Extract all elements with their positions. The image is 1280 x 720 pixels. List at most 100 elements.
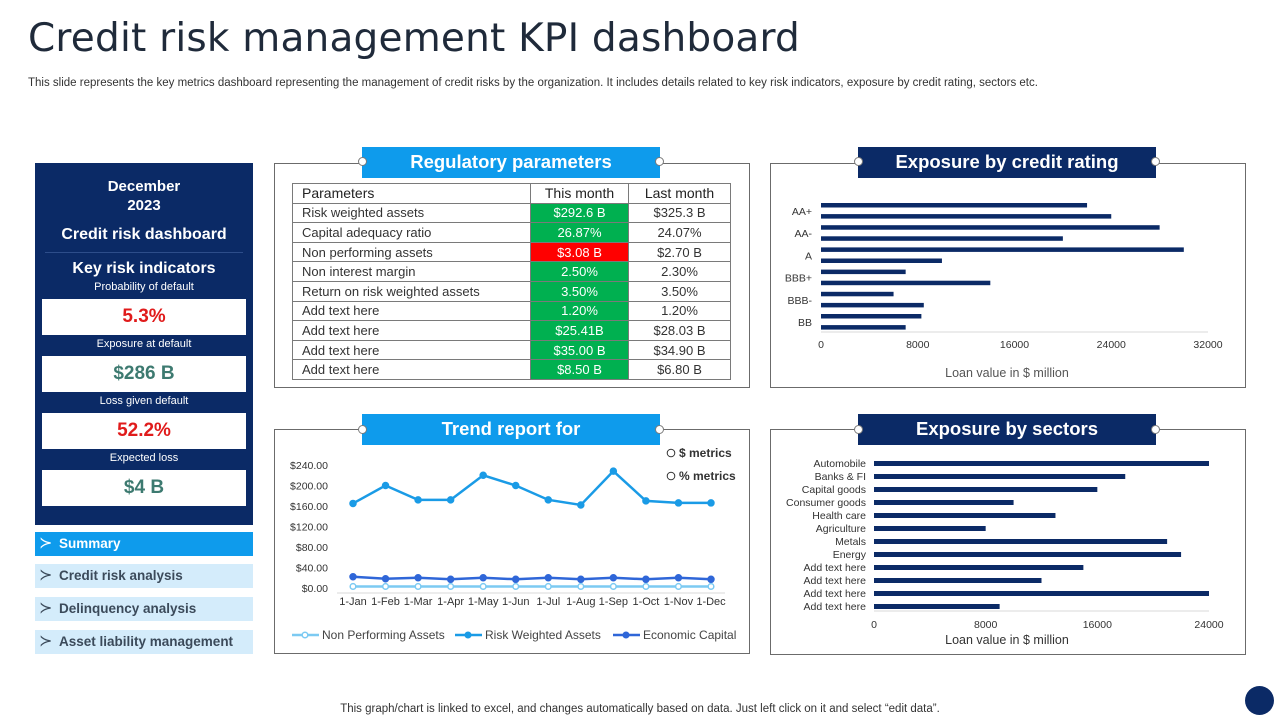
nav-summary-button[interactable]: ≻ Summary — [35, 532, 253, 556]
data-point — [674, 574, 683, 582]
data-point — [511, 575, 520, 584]
data-point — [446, 575, 455, 584]
bar — [821, 314, 922, 319]
legend-label: Risk Weighted Assets — [485, 628, 601, 642]
bar — [874, 474, 1126, 479]
y-tick-label: Agriculture — [816, 523, 866, 535]
bar — [821, 236, 1063, 241]
y-tick-label: Capital goods — [802, 484, 866, 496]
last-month-value: $2.70 B — [628, 241, 731, 263]
x-tick-label: 1-Oct — [632, 596, 659, 608]
sectors-title: Exposure by sectors — [858, 414, 1156, 445]
param-name: Risk weighted assets — [292, 202, 531, 224]
y-tick-label: $0.00 — [302, 583, 328, 595]
banner-dot — [655, 425, 664, 434]
banner-dot — [358, 425, 367, 434]
bar — [874, 513, 1056, 518]
x-tick-label: 24000 — [1097, 339, 1126, 351]
x-tick-label: 1-May — [468, 596, 499, 608]
legend-marker — [622, 631, 630, 639]
table-row: Risk weighted assets $292.6 B $325.3 B — [292, 202, 731, 224]
y-tick-label: Add text here — [804, 562, 867, 574]
legend-marker — [301, 631, 309, 639]
x-tick-label: 1-Sep — [599, 596, 628, 608]
data-point — [707, 582, 715, 591]
x-tick-label: 32000 — [1193, 339, 1222, 351]
kpi-value-probability-of-default: 5.3% — [42, 299, 246, 335]
credit-rating-title: Exposure by credit rating — [858, 147, 1156, 178]
data-point — [414, 496, 422, 504]
data-point — [479, 582, 487, 591]
column-header: Last month — [628, 183, 731, 204]
kpi-label: Probability of default — [94, 281, 194, 293]
nav-credit-risk-analysis-button[interactable]: ≻ Credit risk analysis — [35, 564, 253, 588]
bar — [874, 487, 1098, 492]
chevron-right-icon: ≻ — [39, 600, 53, 617]
data-point — [349, 499, 357, 508]
y-tick-label: $160.00 — [290, 501, 328, 513]
nav-delinquency-analysis-button[interactable]: ≻ Delinquency analysis — [35, 597, 253, 621]
credit-rating-bar-chart: AA+ AA- A BBB+ BBB- BB 0 8000 16000 24000 32000 Loa… — [785, 203, 1223, 380]
param-name: Add text here — [292, 339, 531, 361]
data-point — [707, 499, 715, 507]
kpi-value-exposure-at-default: $286 B — [42, 356, 246, 392]
data-point — [577, 575, 585, 584]
bar — [821, 291, 894, 297]
nav-label: Delinquency analysis — [59, 601, 197, 616]
data-point — [479, 574, 487, 582]
x-tick-label: 1-Jun — [502, 596, 530, 608]
x-tick-label: 24000 — [1194, 619, 1223, 631]
last-month-value: $325.3 B — [628, 202, 731, 224]
x-tick-label: 0 — [871, 619, 877, 631]
bar — [874, 565, 1084, 570]
y-tick-label: AA- — [794, 228, 812, 240]
kpi-value-loss-given-default: 52.2% — [42, 413, 246, 449]
kpi-label: Loss given default — [99, 395, 189, 407]
data-point — [479, 471, 487, 479]
series-line — [352, 575, 712, 581]
report-date: December 2023 — [35, 177, 253, 215]
bar — [821, 258, 942, 263]
y-tick-label: A — [805, 250, 812, 262]
x-tick-label: 16000 — [1083, 619, 1112, 631]
x-tick-label: 1-Jan — [339, 596, 367, 608]
last-month-value: $6.80 B — [628, 359, 731, 380]
x-tick-label: 1-Nov — [664, 596, 694, 608]
y-tick-label: BBB+ — [785, 273, 812, 285]
x-tick-label: 1-Mar — [404, 596, 433, 608]
kpi-label: Expected loss — [109, 452, 179, 464]
data-point — [381, 481, 390, 490]
y-tick-label: Add text here — [804, 588, 867, 600]
banner-dot — [854, 425, 863, 434]
y-tick-label: $80.00 — [296, 542, 328, 554]
y-tick-label: Banks & FI — [815, 471, 866, 483]
nav-asset-liability-management-button[interactable]: ≻ Asset liability management — [35, 630, 253, 654]
last-month-value: 3.50% — [628, 280, 731, 302]
kpi-label: Exposure at default — [96, 338, 192, 350]
regulatory-parameters-table: Parameters This month Last month Risk we… — [292, 183, 731, 380]
radio-icon — [666, 471, 676, 481]
bar — [821, 214, 1112, 219]
table-row: Non performing assets $3.08 B $2.70 B — [292, 241, 731, 263]
table-row: Add text here $35.00 B $34.90 B — [292, 339, 731, 361]
sectors-bar-chart: AutomobileBanks & FICapital goodsConsume… — [786, 458, 1224, 647]
data-point — [447, 582, 455, 591]
this-month-value: $292.6 B — [530, 202, 629, 224]
column-header: Parameters — [292, 183, 531, 204]
table-row: Add text here $8.50 B $6.80 B — [292, 359, 731, 380]
banner-dot — [1151, 425, 1160, 434]
data-point — [609, 574, 618, 582]
param-name: Non interest margin — [292, 261, 531, 282]
param-name: Add text here — [292, 359, 531, 380]
data-point — [642, 575, 650, 584]
legend-marker — [464, 631, 472, 639]
this-month-value: $3.08 B — [530, 241, 629, 263]
y-tick-label: BBB- — [787, 295, 812, 307]
y-tick-label: Add text here — [804, 601, 867, 613]
y-tick-label: $40.00 — [296, 563, 328, 575]
y-tick-label: $200.00 — [290, 481, 328, 493]
last-month-value: 24.07% — [628, 222, 731, 243]
bar — [821, 325, 906, 330]
metric-toggle-option: $ metrics — [679, 446, 732, 460]
bar — [874, 591, 1209, 596]
